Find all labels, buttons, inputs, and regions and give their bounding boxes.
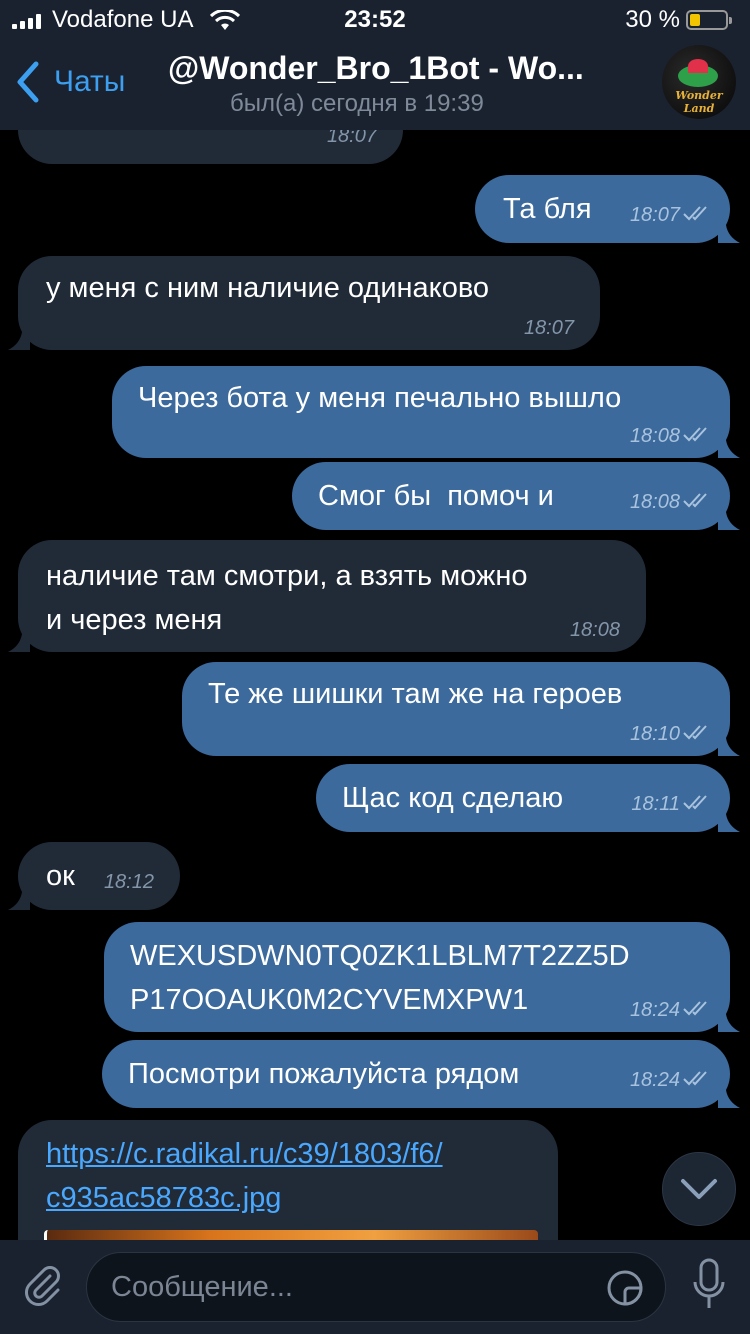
message-list[interactable]: так у бота глянь18:07Та бля18:07у меня с… — [0, 130, 750, 1240]
message-meta: 18:08 — [630, 487, 712, 514]
bubble-tail — [718, 738, 740, 756]
read-receipt-icon — [683, 795, 707, 810]
bubble-tail — [718, 1090, 740, 1108]
read-receipt-icon — [683, 493, 707, 508]
message-meta: 18:07 — [630, 200, 712, 227]
message-meta: 18:10 — [630, 719, 712, 746]
read-receipt-icon — [683, 1071, 707, 1086]
microphone-icon[interactable] — [692, 1258, 726, 1314]
message-bubble-out[interactable]: Посмотри пожалуйста рядом 18:24 — [102, 1040, 740, 1108]
battery-icon — [686, 10, 732, 30]
message-meta: 18:24 — [630, 1065, 712, 1092]
message-text: Щас код сделаю — [342, 782, 564, 814]
message-meta: 18:07 — [327, 130, 377, 148]
last-seen-status: был(а) сегодня в 19:39 — [230, 90, 484, 117]
bubble-tail — [8, 892, 30, 910]
message-meta: 18:08 — [630, 421, 712, 448]
message-bubble-out[interactable]: WEXUSDWN0TQ0ZK1LBLM7T2ZZ5D P17OOAUK0M2CY… — [104, 922, 740, 1032]
message-bubble-out[interactable]: Щас код сделаю 18:11 — [316, 764, 740, 832]
message-meta: 18:07 — [524, 313, 574, 340]
message-meta: 18:12 — [104, 867, 154, 894]
bubble-tail — [718, 814, 740, 832]
avatar-logo-text: Wonder Land — [675, 89, 723, 115]
message-input-container — [86, 1252, 666, 1322]
message-bubble-in[interactable]: ок 18:12 — [8, 842, 180, 910]
bubble-tail — [718, 1014, 740, 1032]
message-bubble-out[interactable]: Та бля 18:07 — [475, 175, 740, 243]
paperclip-icon[interactable] — [20, 1262, 66, 1308]
scroll-down-button[interactable] — [662, 1152, 736, 1226]
message-meta: 18:24 — [630, 995, 712, 1022]
message-time: 18:08 — [629, 491, 680, 513]
message-meta: 18:08 — [570, 615, 620, 642]
message-bubble-in[interactable]: https://c.radikal.ru/c39/1803/f6/ c935ac… — [18, 1120, 558, 1240]
bubble-tail — [8, 332, 30, 350]
message-text: Та бля — [503, 193, 592, 225]
chevron-down-icon — [681, 1179, 717, 1199]
read-receipt-icon — [683, 725, 707, 740]
message-time: 18:08 — [569, 619, 620, 641]
link-preview-image[interactable] — [44, 1230, 538, 1240]
message-text: WEXUSDWN0TQ0ZK1LBLM7T2ZZ5D P17OOAUK0M2CY… — [130, 940, 630, 1016]
message-input[interactable] — [111, 1267, 591, 1307]
chevron-left-icon — [17, 61, 39, 103]
message-text: Смог бы помоч и — [318, 480, 554, 512]
message-meta: 18:11 — [631, 789, 712, 816]
read-receipt-icon — [683, 206, 707, 221]
message-text: Те же шишки там же на героев — [208, 678, 623, 710]
message-time: 18:07 — [326, 130, 377, 147]
wifi-icon — [210, 10, 240, 30]
message-bubble-in[interactable]: так у бота глянь18:07 — [18, 130, 403, 164]
back-button[interactable]: Чаты — [14, 58, 125, 106]
message-time: 18:24 — [629, 1069, 680, 1091]
sticker-icon[interactable] — [605, 1268, 645, 1308]
message-bubble-out[interactable]: Через бота у меня печально вышло 18:08 — [112, 366, 740, 458]
message-text: у меня с ним наличие одинаково — [46, 272, 490, 304]
message-time: 18:08 — [629, 425, 680, 447]
bubble-tail — [8, 634, 30, 652]
carrier-name: Vodafone UA — [52, 6, 194, 33]
message-time: 18:10 — [629, 723, 680, 745]
bubble-tail — [718, 512, 740, 530]
message-time: 18:07 — [629, 204, 680, 226]
back-label: Чаты — [54, 65, 126, 98]
battery-percent: 30 % — [625, 6, 680, 33]
chat-header: Чаты @Wonder_Bro_1Bot - Wo... был(а) сег… — [0, 40, 750, 130]
message-bubble-out[interactable]: Смог бы помоч и 18:08 — [292, 462, 740, 530]
message-time: 18:11 — [631, 793, 680, 815]
bubble-tail — [718, 225, 740, 243]
bubble-tail — [718, 440, 740, 458]
message-bubble-in[interactable]: наличие там смотри, а взять можно и чере… — [8, 540, 646, 652]
message-time: 18:12 — [103, 871, 154, 893]
avatar[interactable]: Wonder Land — [662, 45, 736, 119]
message-bubble-in[interactable]: у меня с ним наличие одинаково 18:07 — [8, 256, 600, 350]
read-receipt-icon — [683, 1001, 707, 1016]
message-link[interactable]: https://c.radikal.ru/c39/1803/f6/ c935ac… — [46, 1132, 443, 1220]
battery-level — [690, 14, 701, 26]
message-bubble-out[interactable]: Те же шишки там же на героев 18:10 — [182, 662, 740, 756]
composer — [0, 1240, 750, 1334]
chat-title[interactable]: @Wonder_Bro_1Bot - Wo... — [168, 50, 584, 87]
message-text: наличие там смотри, а взять можно и чере… — [46, 560, 528, 636]
status-bar: Vodafone UA 23:52 30 % — [0, 0, 750, 40]
message-text: ок — [46, 860, 75, 892]
message-time: 18:07 — [523, 317, 574, 339]
message-text: Посмотри пожалуйста рядом — [128, 1058, 520, 1090]
signal-icon — [12, 13, 41, 29]
read-receipt-icon — [683, 427, 707, 442]
message-time: 18:24 — [629, 999, 680, 1021]
message-text: Через бота у меня печально вышло — [138, 382, 622, 414]
